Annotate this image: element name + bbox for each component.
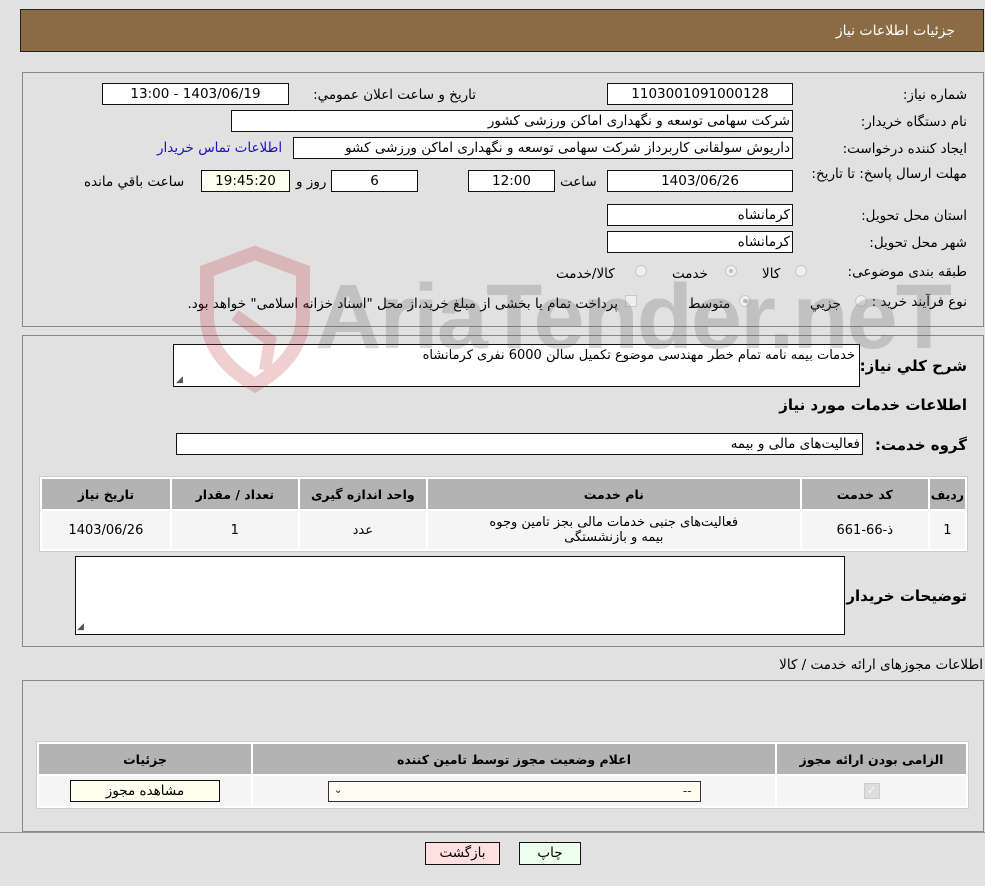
permits-table-header: الزامی بودن ارائه مجوز اعلام وضعیت مجوز … <box>39 744 966 774</box>
col-row: ردیف <box>929 479 965 509</box>
buyer-org-field: شرکت سهامی توسعه و نگهداری اماکن ورزشی ک… <box>231 110 793 132</box>
days-label: روز و <box>296 174 327 190</box>
services-table: ردیف کد خدمت نام خدمت واحد اندازه گیری ت… <box>39 476 968 552</box>
col-unit: واحد اندازه گیری <box>299 479 426 509</box>
category-radio-goods-service[interactable] <box>635 265 647 277</box>
time-remaining-field: 19:45:20 <box>201 170 290 192</box>
services-section-title: اطلاعات خدمات مورد نیاز <box>779 396 967 414</box>
permits-table: الزامی بودن ارائه مجوز اعلام وضعیت مجوز … <box>36 741 969 809</box>
permit-status-select[interactable]: -- ⌄ <box>327 780 701 802</box>
back-button[interactable]: بازگشت <box>425 842 500 865</box>
buyer-notes-textarea <box>75 556 845 635</box>
process-option-medium: متوسط <box>688 296 731 312</box>
col-permit-details: جزئیات <box>39 744 251 774</box>
announce-date-label: تاریخ و ساعت اعلان عمومي: <box>313 87 476 103</box>
city-label: شهر محل تحویل: <box>869 235 967 251</box>
view-permit-button[interactable]: مشاهده مجوز <box>70 780 220 802</box>
creator-field: داریوش سولقانی کاربرداز شرکت سهامی توسعه… <box>293 137 793 159</box>
col-service-code: کد خدمت <box>801 479 928 509</box>
city-field: کرمانشاه <box>607 231 793 253</box>
process-option-minor: جزيي <box>810 296 841 312</box>
permits-section-title: اطلاعات مجوزهای ارائه خدمت / کالا <box>779 657 983 673</box>
summary-label: شرح کلي نیاز: <box>859 357 967 375</box>
category-option-goods-service: کالا/خدمت <box>556 266 615 282</box>
page-header: جزئیات اطلاعات نیاز <box>20 9 984 52</box>
need-number-field: 1103001091000128 <box>607 83 793 105</box>
province-field: کرمانشاه <box>607 204 793 226</box>
province-label: استان محل تحویل: <box>861 208 967 224</box>
cell-permit-required: ✓ <box>777 776 966 806</box>
category-radio-service[interactable] <box>725 265 737 277</box>
col-quantity: تعداد / مقدار <box>171 479 298 509</box>
cell-permit-status: -- ⌄ <box>253 776 775 806</box>
cell-unit: عدد <box>299 511 426 549</box>
cell-quantity: 1 <box>171 511 298 549</box>
cell-service-code: ذ-66-661 <box>801 511 928 549</box>
table-row: 1 ذ-66-661 فعالیت‌های جنبی خدمات مالی بج… <box>42 511 965 549</box>
category-option-service: خدمت <box>672 266 708 282</box>
col-service-name: نام خدمت <box>427 479 800 509</box>
category-radio-goods[interactable] <box>795 265 807 277</box>
chevron-down-icon: ⌄ <box>333 782 343 796</box>
col-permit-status: اعلام وضعیت مجوز توسط تامین کننده <box>253 744 775 774</box>
buyer-notes-label: توضیحات خریدار: <box>840 587 967 605</box>
page-title: جزئیات اطلاعات نیاز <box>835 23 955 39</box>
summary-textarea: خدمات بیمه نامه تمام خطر مهندسی موضوع تک… <box>173 344 860 387</box>
buyer-org-label: نام دستگاه خریدار: <box>860 114 967 130</box>
permit-status-value: -- <box>682 783 692 798</box>
category-label: طبقه بندی موضوعی: <box>847 264 967 280</box>
table-row: ✓ -- ⌄ مشاهده مجوز <box>39 776 966 806</box>
creator-label: ایجاد کننده درخواست: <box>842 141 967 157</box>
print-button[interactable]: چاپ <box>519 842 581 865</box>
deadline-time-label: ساعت <box>560 174 597 190</box>
time-remaining-label: ساعت باقي مانده <box>84 174 185 190</box>
deadline-time-field: 12:00 <box>468 170 555 192</box>
need-number-label: شماره نیاز: <box>902 87 967 103</box>
col-need-date: تاریخ نیاز <box>42 479 170 509</box>
cell-row: 1 <box>929 511 965 549</box>
cell-need-date: 1403/06/26 <box>42 511 170 549</box>
treasury-checkbox[interactable] <box>625 295 637 307</box>
service-group-label: گروه خدمت: <box>874 436 967 454</box>
summary-text: خدمات بیمه نامه تمام خطر مهندسی موضوع تک… <box>422 348 855 363</box>
resize-grip-icon[interactable]: ◢ <box>77 622 84 632</box>
permit-required-checkbox: ✓ <box>863 783 880 799</box>
days-remaining-field: 6 <box>331 170 418 192</box>
category-option-goods: کالا <box>762 266 781 282</box>
process-type-label: نوع فرآیند خرید : <box>871 294 967 310</box>
col-permit-required: الزامی بودن ارائه مجوز <box>777 744 966 774</box>
services-table-header: ردیف کد خدمت نام خدمت واحد اندازه گیری ت… <box>42 479 965 509</box>
treasury-note: پرداخت تمام یا بخشی از مبلغ خرید،از محل … <box>187 296 618 312</box>
process-radio-medium[interactable] <box>739 295 751 307</box>
resize-grip-icon[interactable]: ◢ <box>176 375 183 385</box>
footer-divider <box>0 832 985 833</box>
cell-service-name: فعالیت‌های جنبی خدمات مالی بجز تامین وجو… <box>427 511 800 549</box>
deadline-date-field: 1403/06/26 <box>607 170 793 192</box>
cell-permit-details: مشاهده مجوز <box>39 776 251 806</box>
buyer-contact-link[interactable]: اطلاعات تماس خریدار <box>157 140 282 156</box>
process-radio-minor[interactable] <box>855 295 867 307</box>
deadline-label: مهلت ارسال پاسخ: تا تاریخ: <box>811 166 967 182</box>
service-group-field: فعالیت‌های مالی و بیمه <box>176 433 863 455</box>
announce-date-field: 1403/06/19 - 13:00 <box>102 83 289 105</box>
